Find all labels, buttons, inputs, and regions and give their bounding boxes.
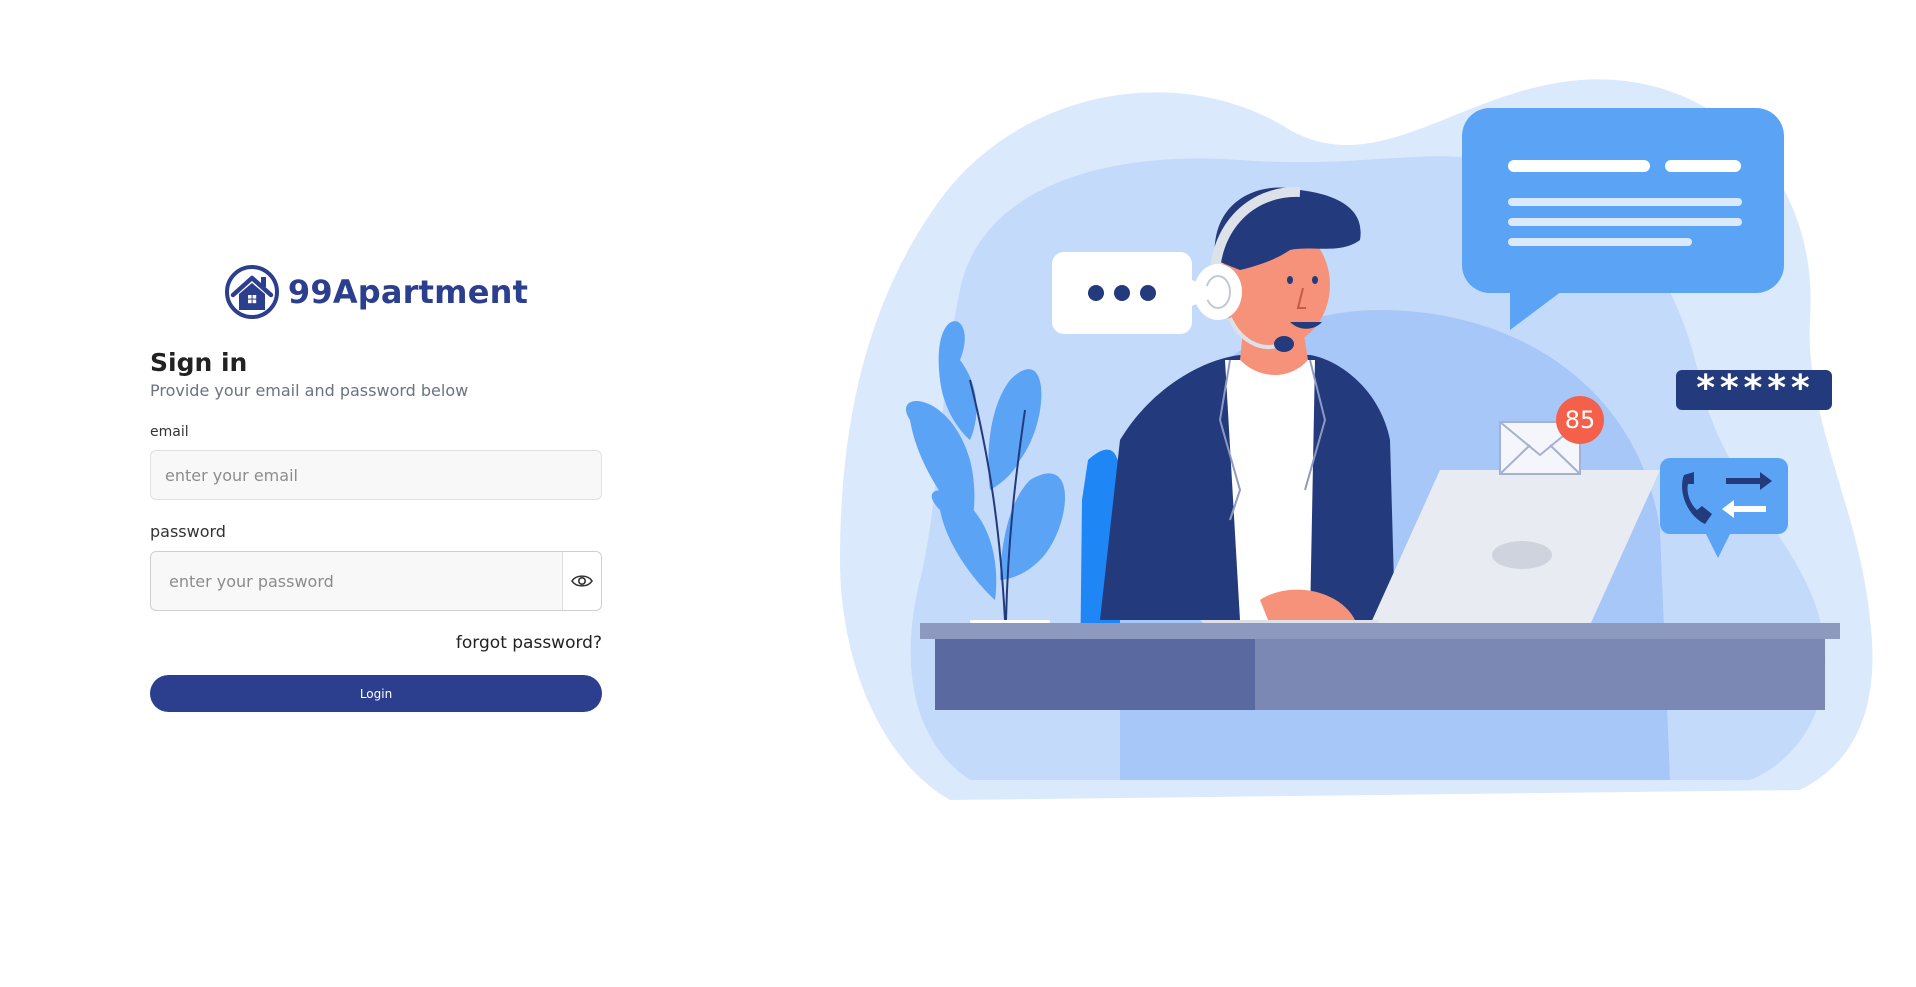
eye-icon	[571, 575, 594, 587]
brand-name: 99Apartment	[287, 273, 529, 311]
login-button[interactable]: Login	[150, 675, 602, 712]
email-field-container	[150, 450, 602, 500]
page-title: Sign in	[150, 348, 248, 377]
password-field-container	[150, 551, 602, 611]
show-password-toggle[interactable]	[562, 552, 601, 610]
email-label: email	[150, 424, 189, 440]
notification-badge: 85	[1556, 396, 1604, 444]
support-illustration: 85 *****	[840, 79, 1873, 800]
notification-count: 85	[1565, 406, 1596, 434]
desk-front-right	[1255, 639, 1825, 710]
email-field[interactable]	[163, 464, 589, 486]
desk-top	[920, 623, 1840, 639]
password-label: password	[150, 522, 226, 541]
brand-header: 99Apartment	[150, 262, 602, 322]
forgot-password-link[interactable]: forgot password?	[150, 633, 602, 653]
house-in-circle-icon	[224, 265, 279, 319]
signin-panel: 99Apartment Sign in Provide your email a…	[150, 262, 602, 712]
page-subtitle: Provide your email and password below	[150, 381, 469, 400]
login-page: 99Apartment Sign in Provide your email a…	[0, 0, 1916, 987]
password-mask-chip: *****	[1676, 368, 1832, 410]
desk-front-left	[935, 639, 1255, 710]
password-mask-text: *****	[1695, 368, 1813, 409]
password-field[interactable]	[167, 570, 563, 592]
